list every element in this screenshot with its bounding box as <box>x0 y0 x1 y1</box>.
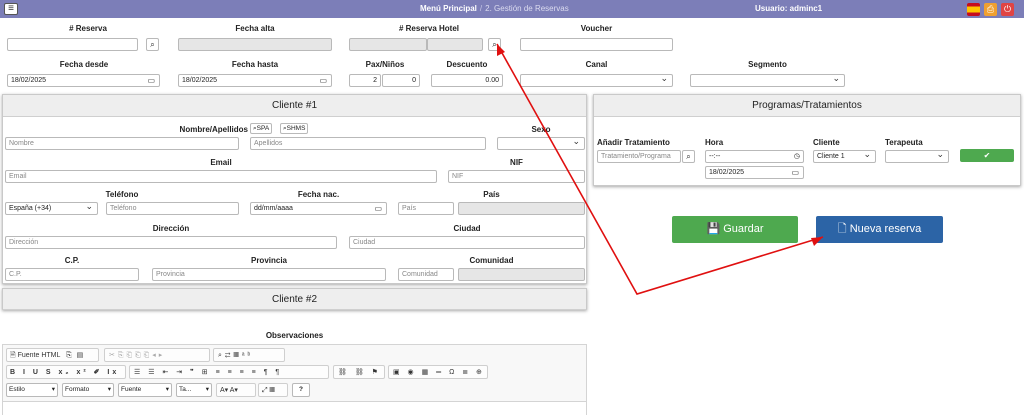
annotation-arrowhead-top <box>497 44 505 56</box>
annotation-arrow-line <box>496 43 824 295</box>
annotation-arrowhead-right <box>811 237 823 246</box>
annotation-arrows <box>496 43 824 295</box>
